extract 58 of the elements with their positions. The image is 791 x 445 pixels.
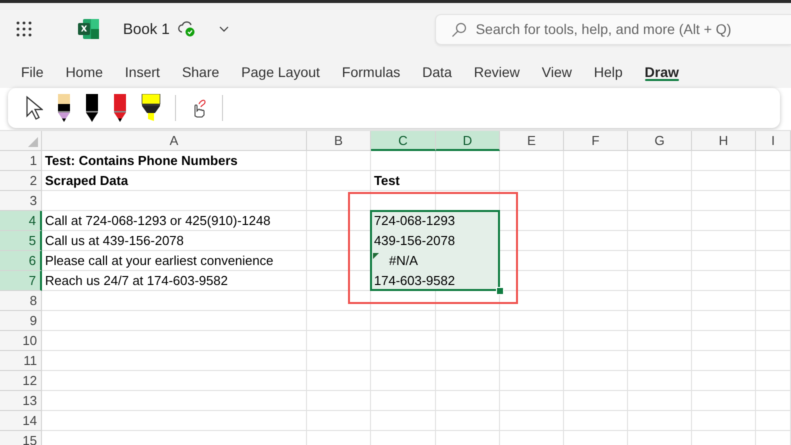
column-header[interactable]: A xyxy=(42,131,307,151)
row-header[interactable]: 6 xyxy=(0,251,42,271)
ribbon-tab[interactable]: File xyxy=(12,55,53,88)
chevron-down-icon[interactable] xyxy=(218,26,229,32)
ribbon-tab[interactable]: Help xyxy=(584,55,632,88)
cell-text: 724-068-1293 xyxy=(374,213,455,229)
error-indicator-icon[interactable] xyxy=(373,253,379,259)
search-field[interactable]: Search for tools, help, and more (Alt + Q) xyxy=(434,14,791,44)
column-header[interactable]: D xyxy=(436,131,500,151)
ribbon-tab[interactable]: Share xyxy=(172,55,228,88)
cell-text: #N/A xyxy=(389,253,418,269)
row-header[interactable]: 4 xyxy=(0,211,42,231)
fill-handle[interactable] xyxy=(496,287,504,295)
row-header[interactable]: 14 xyxy=(0,411,42,431)
cell-text: Test xyxy=(374,173,400,189)
row-header[interactable]: 15 xyxy=(0,431,42,445)
row-header[interactable]: 7 xyxy=(0,271,42,291)
cell-text: Reach us 24/7 at 174-603-9582 xyxy=(45,273,228,289)
spreadsheet-logo-icon xyxy=(78,19,99,39)
column-header[interactable]: H xyxy=(692,131,756,151)
document-title[interactable]: Book 1 xyxy=(123,20,170,38)
row-header[interactable]: 1 xyxy=(0,151,42,171)
highlighter-icon[interactable] xyxy=(141,94,161,122)
ribbon-tab[interactable]: Insert xyxy=(116,55,169,88)
row-header[interactable]: 10 xyxy=(0,331,42,351)
ribbon-tab[interactable]: Home xyxy=(56,55,112,88)
ribbon-tab[interactable]: Draw xyxy=(636,55,688,88)
column-header[interactable]: B xyxy=(307,131,371,151)
pen-icon[interactable] xyxy=(57,94,71,122)
pen-icon[interactable] xyxy=(85,94,99,122)
ribbon-tab[interactable]: Formulas xyxy=(332,55,410,88)
row-header[interactable]: 8 xyxy=(0,291,42,311)
row-header[interactable]: 5 xyxy=(0,231,42,251)
pointer-icon[interactable] xyxy=(25,95,43,121)
ribbon-tab[interactable]: Data xyxy=(413,55,461,88)
cell-text: 439-156-2078 xyxy=(374,233,455,249)
cell-text: Scraped Data xyxy=(45,173,128,189)
cell-text: Call us at 439-156-2078 xyxy=(45,233,184,249)
row-header[interactable]: 12 xyxy=(0,371,42,391)
row-header[interactable]: 2 xyxy=(0,171,42,191)
column-header[interactable]: G xyxy=(628,131,692,151)
cell-text: 174-603-9582 xyxy=(374,273,455,289)
cloud-saved-icon xyxy=(176,20,197,38)
column-header[interactable]: F xyxy=(564,131,628,151)
row-header[interactable]: 9 xyxy=(0,311,42,331)
ribbon-tab[interactable]: Review xyxy=(464,55,529,88)
ribbon-tab[interactable]: Page Layout xyxy=(232,55,329,88)
row-header[interactable]: 13 xyxy=(0,391,42,411)
row-header[interactable]: 11 xyxy=(0,351,42,371)
column-header[interactable]: C xyxy=(371,131,436,151)
column-header[interactable]: I xyxy=(756,131,791,151)
cell-text: Test: Contains Phone Numbers xyxy=(45,153,238,169)
column-header[interactable]: E xyxy=(500,131,564,151)
cell-text: Call at 724-068-1293 or 425(910)-1248 xyxy=(45,213,270,229)
app-launcher-icon[interactable] xyxy=(16,21,32,37)
cell-text: Please call at your earliest convenience xyxy=(45,253,274,269)
ribbon-tab[interactable]: View xyxy=(532,55,581,88)
row-header[interactable]: 3 xyxy=(0,191,42,211)
